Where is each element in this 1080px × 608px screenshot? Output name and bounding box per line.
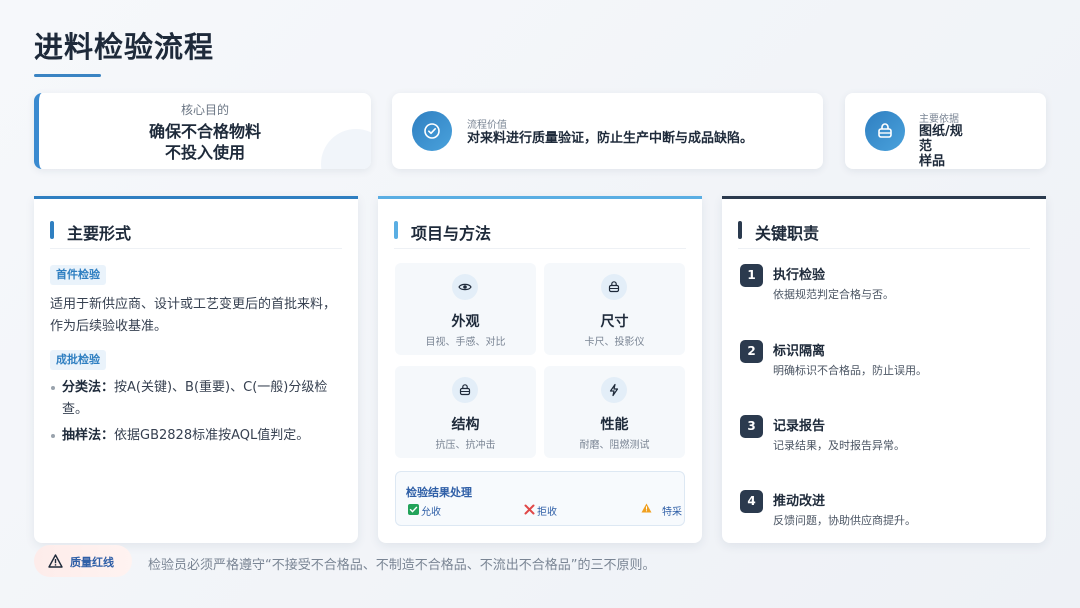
item-methods: 耐磨、阻燃测试	[579, 440, 650, 451]
step-number-badge: 4	[740, 490, 763, 513]
step-number-badge: 3	[740, 415, 763, 438]
title-underline	[34, 74, 101, 77]
item-methods: 卡尺、投影仪	[584, 337, 645, 348]
step-description: 反馈问题，协助供应商提升。	[773, 514, 916, 527]
step-drive-improvement: 4 推动改进 反馈问题，协助供应商提升。	[738, 488, 1030, 528]
item-title: 尺寸	[600, 314, 629, 330]
step-title: 执行检验	[773, 268, 826, 283]
reject-option: 拒收	[524, 503, 557, 518]
first-article-description: 适用于新供应商、设计或工艺变更后的首批来料，作为后续验收基准。	[50, 297, 337, 334]
step-label-isolate: 2 标识隔离 明确标识不合格品，防止误用。	[738, 338, 1030, 378]
bullet-label: 分类法：	[62, 380, 115, 395]
main-basis-text: 图纸/规 范 样品	[919, 124, 969, 169]
box-icon	[452, 377, 478, 403]
warning-icon	[641, 503, 652, 513]
check-circle-icon	[412, 111, 452, 151]
step-execute-inspection: 1 执行检验 依据规范判定合格与否。	[738, 262, 1030, 302]
main-basis-label: 主要依据	[919, 114, 959, 125]
key-responsibilities-panel: 关键职责 1 执行检验 依据规范判定合格与否。 2 标识隔离 明确标识不合格品，…	[722, 196, 1046, 543]
accept-option: 允收	[408, 503, 441, 518]
first-article-tag: 首件检验	[50, 265, 106, 285]
panel-heading: 项目与方法	[411, 224, 492, 243]
bullet-label: 抽样法：	[62, 428, 115, 443]
process-value-card: 流程价值 对来料进行质量验证，防止生产中断与成品缺陷。	[392, 93, 823, 169]
core-purpose-line2: 不投入使用	[164, 143, 245, 162]
panel-header: 关键职责	[738, 217, 1030, 249]
performance-item: 性能 耐磨、阻燃测试	[544, 366, 685, 458]
reject-label: 拒收	[537, 507, 557, 518]
step-description: 记录结果，及时报告异常。	[773, 439, 905, 452]
panel-header: 主要形式	[50, 217, 342, 249]
step-title: 记录报告	[773, 419, 826, 434]
bolt-icon	[601, 377, 627, 403]
batch-inspection-list: 分类法：按A(关键)、B(重要)、C(一般)分级检查。 抽样法：依据GB2828…	[50, 377, 346, 451]
accept-label: 允收	[421, 507, 441, 518]
header-accent-bar	[738, 221, 742, 239]
box-icon	[601, 274, 627, 300]
quality-redline-label: 质量红线	[70, 556, 114, 569]
page-title: 进料检验流程	[34, 30, 215, 64]
process-value-label: 流程价值	[467, 120, 507, 131]
cross-icon	[524, 504, 535, 518]
batch-inspection-tag: 成批检验	[50, 350, 106, 370]
main-basis-line3: 样品	[919, 154, 946, 169]
header-accent-bar	[50, 221, 54, 239]
quality-redline-badge: 质量红线	[34, 545, 132, 577]
warning-icon	[48, 553, 63, 572]
main-basis-line2: 范	[919, 139, 933, 154]
main-basis-card: 主要依据 图纸/规 范 样品	[845, 93, 1046, 169]
structure-item: 结构 抗压、抗冲击	[395, 366, 536, 458]
list-item: 分类法：按A(关键)、B(重要)、C(一般)分级检查。	[50, 377, 346, 421]
eye-icon	[452, 274, 478, 300]
panel-heading: 关键职责	[755, 224, 820, 243]
three-no-principle-text: 检验员必须严格遵守“不接受不合格品、不制造不合格品、不流出不合格品”的三不原则。	[148, 558, 656, 573]
step-description: 明确标识不合格品，防止误用。	[773, 364, 927, 377]
panel-heading: 主要形式	[67, 224, 132, 243]
step-title: 标识隔离	[773, 344, 826, 359]
appearance-item: 外观 目视、手感、对比	[395, 263, 536, 355]
items-methods-panel: 项目与方法 外观 目视、手感、对比 尺寸 卡尺、投影仪 结构 抗压、抗冲击 性能…	[378, 196, 702, 543]
list-item: 抽样法：依据GB2828标准按AQL值判定。	[50, 425, 346, 447]
core-purpose-card: 核心目的 确保不合格物料 不投入使用	[34, 93, 371, 169]
step-record-report: 3 记录报告 记录结果，及时报告异常。	[738, 413, 1030, 453]
core-purpose-text: 确保不合格物料 不投入使用	[39, 121, 371, 163]
check-box-icon	[408, 503, 419, 518]
main-basis-line1: 图纸/规	[919, 124, 963, 139]
dimension-item: 尺寸 卡尺、投影仪	[544, 263, 685, 355]
step-number-badge: 2	[740, 340, 763, 363]
bullet-text: 依据GB2828标准按AQL值判定。	[114, 428, 310, 443]
result-handling-title: 检验结果处理	[406, 486, 472, 499]
core-purpose-label: 核心目的	[180, 103, 229, 117]
main-forms-panel: 主要形式 首件检验 适用于新供应商、设计或工艺变更后的首批来料，作为后续验收基准…	[34, 196, 358, 543]
step-description: 依据规范判定合格与否。	[773, 288, 894, 301]
step-number-badge: 1	[740, 264, 763, 287]
item-title: 性能	[600, 417, 629, 433]
panel-header: 项目与方法	[394, 217, 686, 249]
step-title: 推动改进	[773, 494, 826, 509]
core-purpose-line1: 确保不合格物料	[148, 122, 261, 141]
result-handling-box: 检验结果处理 允收 拒收 特采	[395, 471, 685, 526]
item-title: 结构	[451, 417, 480, 433]
item-methods: 目视、手感、对比	[425, 337, 506, 348]
special-acceptance-label: 特采	[662, 507, 682, 518]
item-title: 外观	[451, 314, 480, 330]
box-icon	[865, 111, 905, 151]
item-methods: 抗压、抗冲击	[435, 440, 496, 451]
header-accent-bar	[394, 221, 398, 239]
process-value-text: 对来料进行质量验证，防止生产中断与成品缺陷。	[467, 131, 754, 146]
